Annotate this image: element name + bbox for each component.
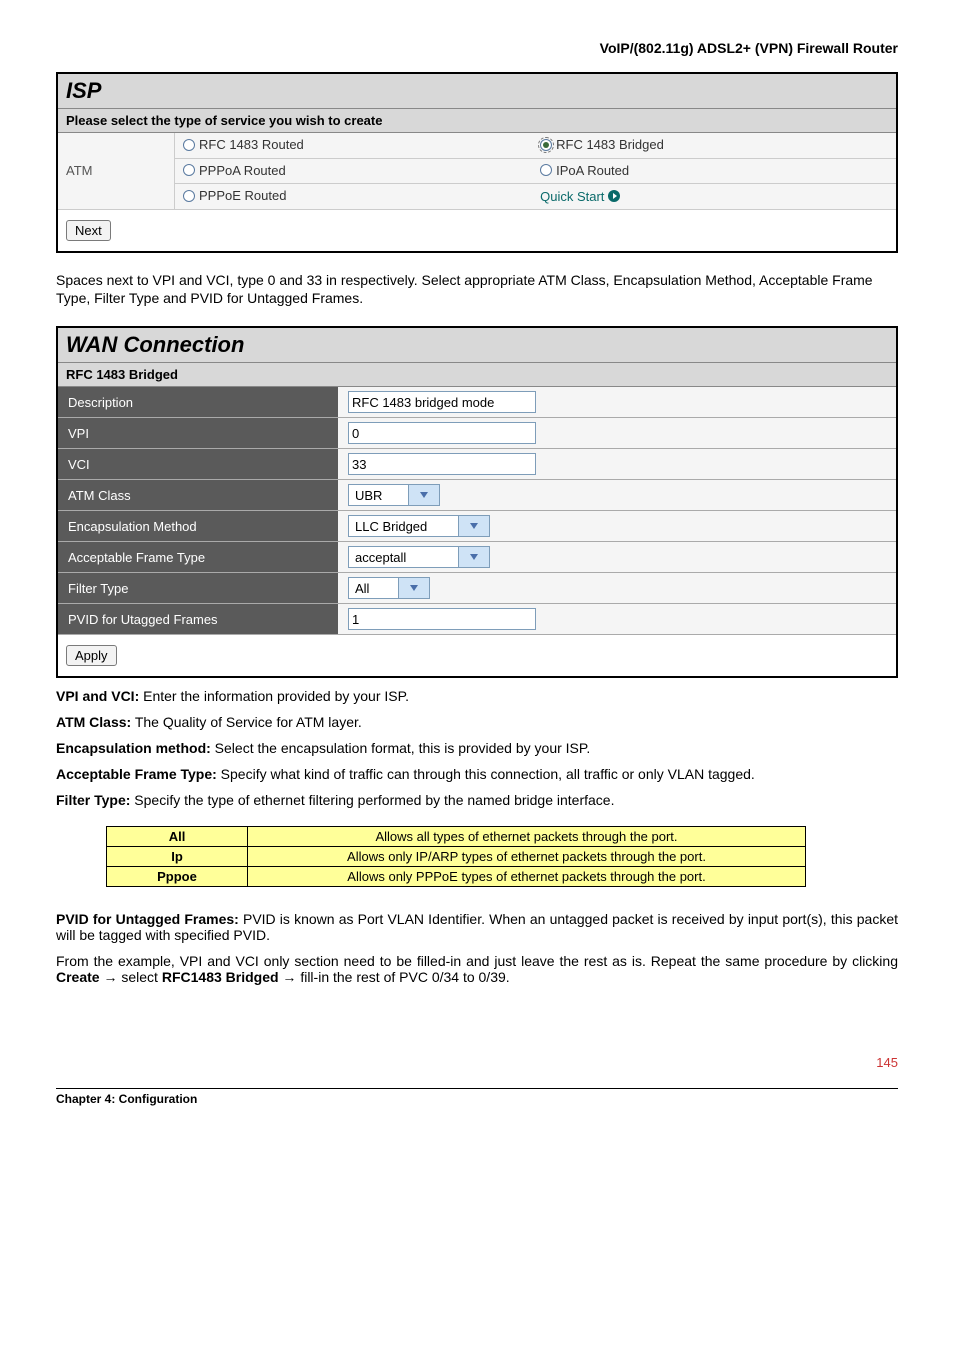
row-label: PVID for Utagged Frames — [58, 604, 338, 635]
wan-subtitle: RFC 1483 Bridged — [58, 363, 896, 387]
chevron-down-icon — [408, 485, 439, 505]
encap-select[interactable]: LLC Bridged — [348, 515, 490, 537]
desc-ft: Filter Type: Specify the type of etherne… — [56, 792, 898, 808]
frame-type-select[interactable]: acceptall — [348, 546, 490, 568]
chevron-down-icon — [458, 547, 489, 567]
desc-body: Enter the information provided by your I… — [139, 688, 409, 704]
description-input[interactable] — [348, 391, 536, 413]
row-label: Filter Type — [58, 573, 338, 604]
isp-row-head: ATM — [58, 133, 175, 209]
select-value: All — [349, 581, 375, 596]
desc-body: Specify what kind of traffic can through… — [217, 766, 755, 782]
isp-subtitle: Please select the type of service you wi… — [58, 109, 896, 133]
text: From the example, VPI and VCI only secti… — [56, 953, 898, 969]
apply-button[interactable]: Apply — [66, 645, 117, 666]
rfc-bold: RFC1483 Bridged — [162, 969, 279, 985]
filter-desc: Allows only PPPoE types of ethernet pack… — [248, 867, 806, 887]
chapter-label: Chapter 4: Configuration — [56, 1092, 197, 1106]
isp-panel: ISP Please select the type of service yo… — [56, 72, 898, 253]
radio-label: RFC 1483 Routed — [199, 137, 304, 152]
page-number: 145 — [56, 1055, 898, 1070]
desc-body: Specify the type of ethernet filtering p… — [130, 792, 614, 808]
radio-icon — [540, 139, 552, 151]
filter-desc: Allows all types of ethernet packets thr… — [248, 827, 806, 847]
page-header-title: VoIP/(802.11g) ADSL2+ (VPN) Firewall Rou… — [56, 40, 898, 56]
chevron-down-icon — [398, 578, 429, 598]
create-bold: Create — [56, 969, 100, 985]
desc-aft: Acceptable Frame Type: Specify what kind… — [56, 766, 898, 782]
desc-head: Encapsulation method: — [56, 740, 211, 756]
select-value: LLC Bridged — [349, 519, 433, 534]
radio-label: IPoA Routed — [556, 163, 629, 178]
table-row: IpAllows only IP/ARP types of ethernet p… — [107, 847, 806, 867]
row-label: Description — [58, 387, 338, 418]
chevron-down-icon — [458, 516, 489, 536]
desc-body: The Quality of Service for ATM layer. — [131, 714, 362, 730]
desc-vpi-vci: VPI and VCI: Enter the information provi… — [56, 688, 898, 704]
desc-atm: ATM Class: The Quality of Service for AT… — [56, 714, 898, 730]
wan-title: WAN Connection — [58, 328, 896, 363]
text: → fill-in the rest of PVC 0/34 to 0/39. — [279, 969, 510, 985]
filter-type-select[interactable]: All — [348, 577, 430, 599]
footer: Chapter 4: Configuration — [56, 1088, 898, 1106]
radio-label: PPPoA Routed — [199, 163, 286, 178]
desc-pvid: PVID for Untagged Frames: PVID is known … — [56, 911, 898, 943]
radio-pppoa[interactable]: PPPoA Routed — [183, 163, 286, 178]
select-value: UBR — [349, 488, 388, 503]
desc-body: Select the encapsulation format, this is… — [211, 740, 591, 756]
radio-rfc-routed[interactable]: RFC 1483 Routed — [183, 137, 304, 152]
isp-title: ISP — [58, 74, 896, 109]
radio-icon — [183, 139, 195, 151]
row-label: Encapsulation Method — [58, 511, 338, 542]
para-spaces: Spaces next to VPI and VCI, type 0 and 3… — [56, 271, 898, 309]
radio-icon — [183, 164, 195, 176]
filter-head: All — [107, 827, 248, 847]
desc-head: Acceptable Frame Type: — [56, 766, 217, 782]
filter-desc: Allows only IP/ARP types of ethernet pac… — [248, 847, 806, 867]
isp-table: ATM RFC 1483 Routed RFC 1483 Bridged PPP… — [58, 133, 896, 210]
radio-icon — [183, 190, 195, 202]
row-label: ATM Class — [58, 480, 338, 511]
quick-start-link[interactable]: Quick Start — [540, 189, 620, 204]
wan-panel: WAN Connection RFC 1483 Bridged Descript… — [56, 326, 898, 678]
table-row: PppoeAllows only PPPoE types of ethernet… — [107, 867, 806, 887]
vci-input[interactable] — [348, 453, 536, 475]
text: → select — [100, 969, 162, 985]
radio-rfc-bridged[interactable]: RFC 1483 Bridged — [540, 137, 664, 152]
radio-icon — [540, 164, 552, 176]
wan-table: Description VPI VCI ATM Class UBR Encaps… — [58, 387, 896, 635]
radio-pppoe[interactable]: PPPoE Routed — [183, 188, 286, 203]
desc-head: Filter Type: — [56, 792, 130, 808]
desc-head: PVID for Untagged Frames: — [56, 911, 239, 927]
filter-head: Pppoe — [107, 867, 248, 887]
radio-label: PPPoE Routed — [199, 188, 286, 203]
desc-head: ATM Class: — [56, 714, 131, 730]
filter-type-table: AllAllows all types of ethernet packets … — [106, 826, 806, 887]
select-value: acceptall — [349, 550, 412, 565]
radio-ipoa[interactable]: IPoA Routed — [540, 163, 629, 178]
desc-encap: Encapsulation method: Select the encapsu… — [56, 740, 898, 756]
pvid-input[interactable] — [348, 608, 536, 630]
vpi-input[interactable] — [348, 422, 536, 444]
row-label: Acceptable Frame Type — [58, 542, 338, 573]
quick-start-label: Quick Start — [540, 189, 604, 204]
table-row: AllAllows all types of ethernet packets … — [107, 827, 806, 847]
row-label: VPI — [58, 418, 338, 449]
row-label: VCI — [58, 449, 338, 480]
radio-label: RFC 1483 Bridged — [556, 137, 664, 152]
filter-head: Ip — [107, 847, 248, 867]
next-button[interactable]: Next — [66, 220, 111, 241]
play-icon — [608, 190, 620, 202]
desc-head: VPI and VCI: — [56, 688, 139, 704]
atm-class-select[interactable]: UBR — [348, 484, 440, 506]
para-last: From the example, VPI and VCI only secti… — [56, 953, 898, 985]
